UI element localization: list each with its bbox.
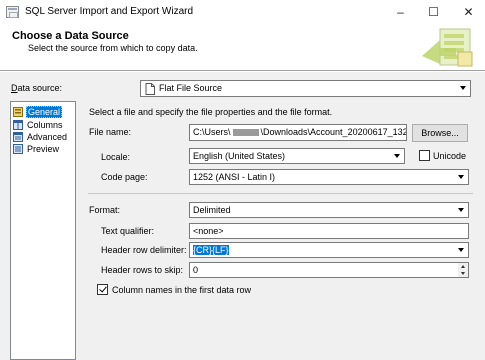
format-label: Format: xyxy=(89,205,121,215)
nav-item-general[interactable]: General xyxy=(13,106,63,118)
column-names-checkbox[interactable] xyxy=(97,284,108,295)
chevron-down-icon[interactable] xyxy=(456,81,470,95)
preview-page-icon xyxy=(13,144,23,154)
file-name-input[interactable]: C:\Users\ \Downloads\Account_20200617_132… xyxy=(189,124,407,141)
advanced-page-icon xyxy=(13,132,23,142)
text-qualifier-value: <none> xyxy=(193,226,224,236)
text-qualifier-label: Text qualifier: xyxy=(101,226,155,236)
file-name-value: C:\Users\ \Downloads\Account_20200617_132… xyxy=(193,127,407,137)
nav-item-label: General xyxy=(26,106,63,118)
locale-label: Locale: xyxy=(101,152,131,162)
browse-button[interactable]: Browse... xyxy=(412,124,468,142)
chevron-down-icon[interactable] xyxy=(454,203,468,217)
title-bar: SQL Server Import and Export Wizard – ☐ … xyxy=(0,0,485,24)
data-source-value: Flat File Source xyxy=(159,83,223,93)
unicode-label: Unicode xyxy=(433,151,467,161)
app-icon xyxy=(6,6,19,18)
header-rows-skip-label: Header rows to skip: xyxy=(101,265,184,275)
unicode-checkbox[interactable] xyxy=(419,150,430,161)
flat-file-icon xyxy=(145,83,155,95)
stepper-down-icon[interactable] xyxy=(458,270,468,277)
header-row-delimiter-value: {CR}{LF} xyxy=(193,245,229,255)
page-subtitle: Select the source from which to copy dat… xyxy=(28,43,198,53)
chevron-down-icon[interactable] xyxy=(454,243,468,257)
columns-page-icon xyxy=(13,120,23,130)
locale-dropdown[interactable]: English (United States) xyxy=(189,148,405,164)
header-rows-skip-value: 0 xyxy=(193,265,199,275)
minimize-button[interactable]: – xyxy=(384,0,417,24)
format-dropdown[interactable]: Delimited xyxy=(189,202,469,218)
nav-item-columns[interactable]: Columns xyxy=(13,119,64,131)
data-source-label: Data source: xyxy=(11,83,63,93)
nav-item-preview[interactable]: Preview xyxy=(13,143,60,155)
close-button[interactable]: ✕ xyxy=(452,0,485,24)
nav-item-label: Advanced xyxy=(27,132,68,142)
file-name-label: File name: xyxy=(89,127,132,137)
page-title: Choose a Data Source xyxy=(12,30,129,42)
nav-item-advanced[interactable]: Advanced xyxy=(13,131,68,143)
stepper-up-icon[interactable] xyxy=(458,263,468,270)
page-nav-list: General Columns Advanced Preview xyxy=(10,101,76,360)
code-page-dropdown[interactable]: 1252 (ANSI - Latin I) xyxy=(189,169,469,185)
window-title: SQL Server Import and Export Wizard xyxy=(25,6,194,17)
header-rows-skip-stepper[interactable]: 0 xyxy=(189,262,469,278)
column-names-label: Column names in the first data row xyxy=(112,285,252,295)
header-row-delimiter-dropdown[interactable]: {CR}{LF} xyxy=(189,242,469,258)
general-page-icon xyxy=(13,107,23,117)
code-page-label: Code page: xyxy=(101,172,148,182)
section-divider xyxy=(88,193,473,194)
wizard-header: Choose a Data Source Select the source f… xyxy=(0,24,485,71)
stepper-buttons xyxy=(458,263,468,277)
chevron-down-icon[interactable] xyxy=(454,170,468,184)
redacted-username xyxy=(232,129,259,137)
nav-item-label: Columns xyxy=(27,120,63,130)
code-page-value: 1252 (ANSI - Latin I) xyxy=(193,172,276,182)
wizard-graphic-icon xyxy=(422,28,473,67)
header-row-delimiter-label: Header row delimiter: xyxy=(101,245,187,255)
format-value: Delimited xyxy=(193,205,231,215)
file-name-suffix: \Downloads\Account_20200617_1324 xyxy=(260,127,407,137)
text-qualifier-input[interactable]: <none> xyxy=(189,223,469,239)
data-source-label-text: ata source: xyxy=(17,83,63,93)
nav-item-label: Preview xyxy=(27,144,60,154)
chevron-down-icon[interactable] xyxy=(390,149,404,163)
instructions-text: Select a file and specify the file prope… xyxy=(89,107,333,117)
file-name-prefix: C:\Users\ xyxy=(193,127,231,137)
data-source-dropdown[interactable]: Flat File Source xyxy=(140,80,471,97)
maximize-button[interactable]: ☐ xyxy=(417,0,450,24)
locale-value: English (United States) xyxy=(193,151,286,161)
